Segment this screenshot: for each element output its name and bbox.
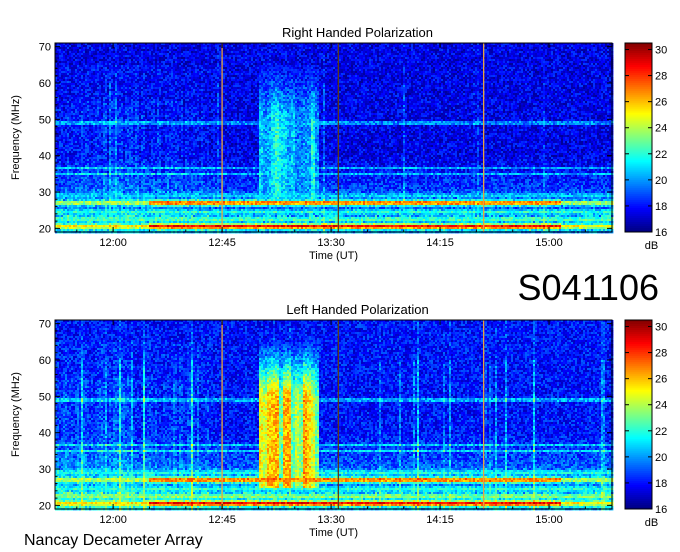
panel-right-polarization: 12:00 12:45 13:30 14:15 15:00203040506070Rig… <box>10 25 667 262</box>
spectrogram-heatmap <box>55 43 613 233</box>
spectrogram-figure: 12:00 12:45 13:30 14:15 15:00203040506070Rig… <box>0 0 680 552</box>
